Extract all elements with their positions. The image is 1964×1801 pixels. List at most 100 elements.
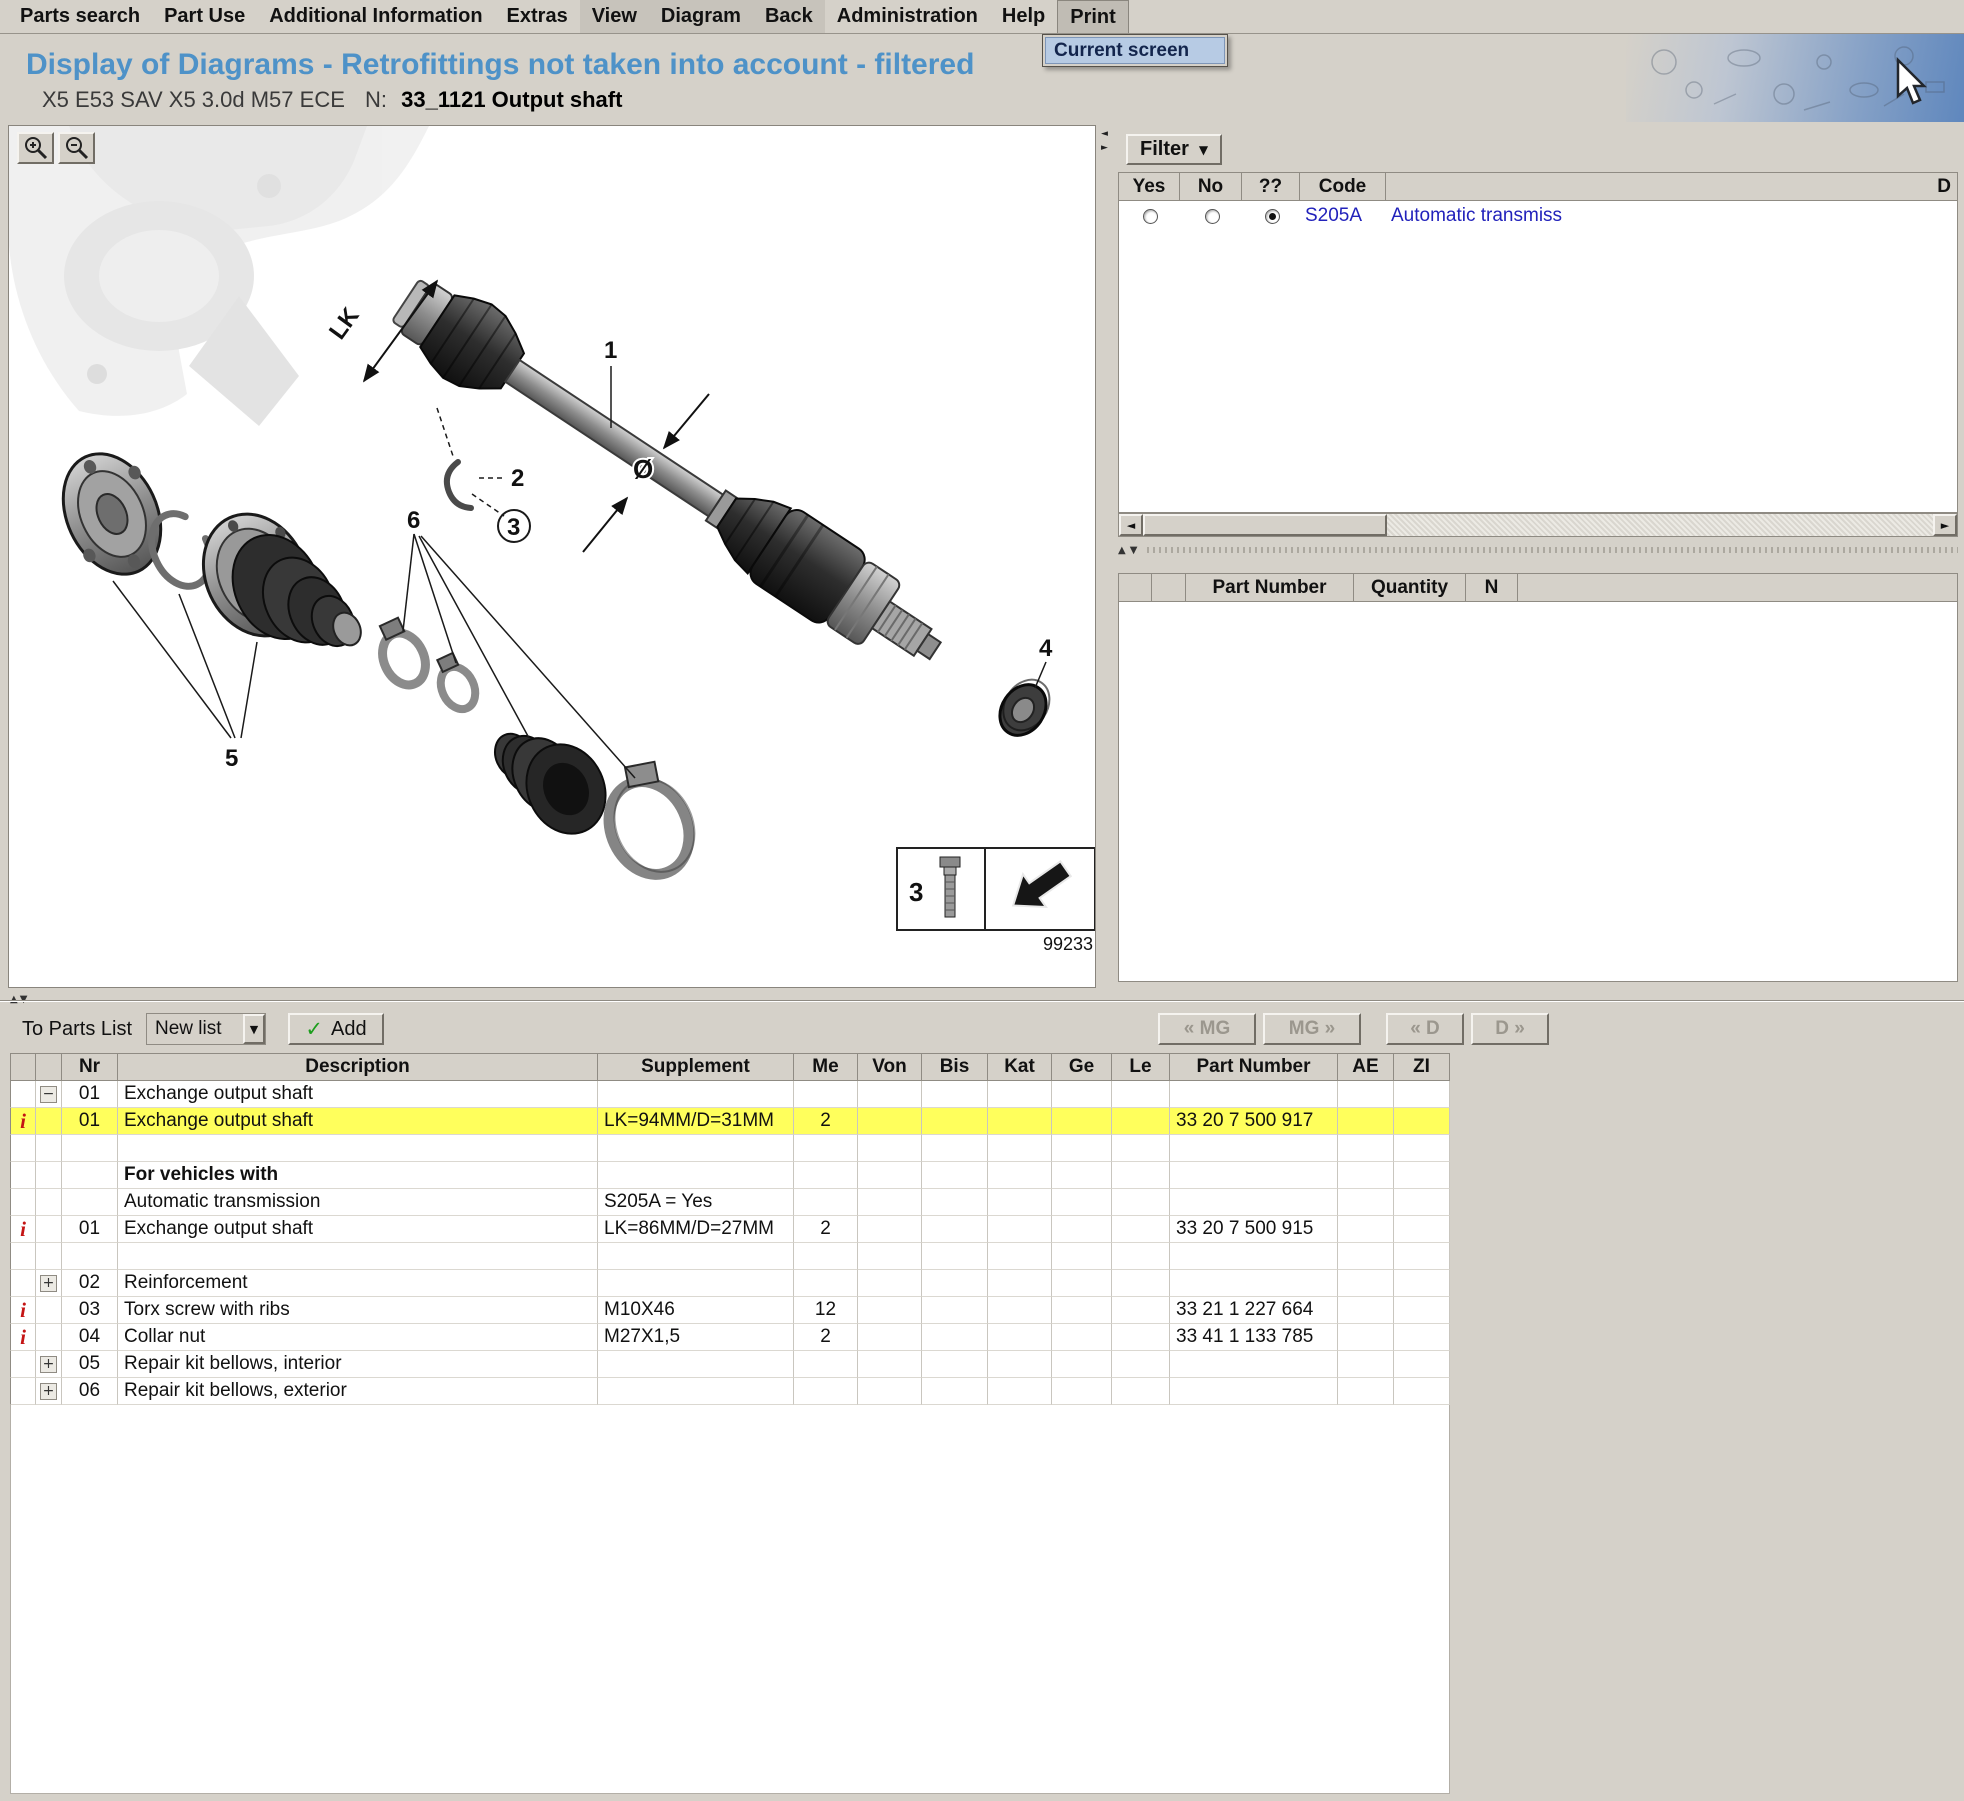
col-no: No — [1180, 172, 1242, 201]
parts-table: Nr Description Supplement Me Von Bis Kat… — [10, 1053, 1450, 1405]
cell-description: Repair kit bellows, interior — [118, 1351, 598, 1378]
scroll-right-button[interactable]: ► — [1933, 514, 1957, 536]
scrollbar-thumb[interactable] — [1143, 514, 1387, 536]
parts-row[interactable]: i 03 Torx screw with ribs M10X46 12 33 2… — [10, 1297, 1450, 1324]
mg-prev-button[interactable]: « MG — [1158, 1013, 1256, 1045]
menu-help[interactable]: Help — [990, 0, 1057, 33]
scrollbar-track[interactable] — [1387, 514, 1933, 536]
info-icon[interactable]: i — [20, 1218, 26, 1240]
cell-part-number: 33 20 7 500 917 — [1170, 1108, 1338, 1135]
filter-hscrollbar[interactable]: ◄ ► — [1118, 513, 1958, 537]
cell-me: 2 — [794, 1324, 858, 1351]
menu-parts-search[interactable]: Parts search — [8, 0, 152, 33]
cell-description: For vehicles with — [118, 1162, 598, 1189]
collapse-up-icon[interactable]: ▲ — [1118, 545, 1126, 556]
check-icon: ✓ — [305, 1017, 323, 1041]
menu-diagram[interactable]: Diagram — [648, 0, 753, 33]
menu-additional-information[interactable]: Additional Information — [257, 0, 494, 33]
parts-row[interactable] — [10, 1135, 1450, 1162]
menu-part-use[interactable]: Part Use — [152, 0, 257, 33]
collapse-down-icon[interactable]: ▼ — [1130, 545, 1138, 556]
expand-toggle[interactable]: + — [40, 1274, 57, 1292]
expand-toggle[interactable]: + — [40, 1355, 57, 1373]
parts-row[interactable]: For vehicles with — [10, 1162, 1450, 1189]
cursor-icon — [1896, 56, 1928, 105]
radio-no[interactable] — [1204, 208, 1220, 224]
callout-6[interactable]: 6 — [407, 507, 420, 534]
collapse-right-icon[interactable]: ► — [1101, 141, 1108, 155]
panel-splitter-horizontal[interactable]: ▲ ▼ — [1118, 541, 1958, 559]
menu-back[interactable]: Back — [752, 0, 825, 33]
menu-administration[interactable]: Administration — [825, 0, 990, 33]
menu-print[interactable]: Print — [1057, 0, 1129, 33]
cell-description: Torx screw with ribs — [118, 1297, 598, 1324]
parts-row[interactable]: Automatic transmission S205A = Yes — [10, 1189, 1450, 1216]
list-select-arrow[interactable]: ▼ — [243, 1014, 265, 1044]
col-code: Code — [1300, 172, 1386, 201]
col-kat: Kat — [988, 1053, 1052, 1081]
mg-next-button[interactable]: MG » — [1263, 1013, 1361, 1045]
exterior-boot-part — [494, 732, 607, 835]
diagram-panel: LK 1 2 3 4 5 6 Ø 3 99233 — [8, 125, 1096, 988]
availability-table: Part Number Quantity N — [1118, 573, 1958, 982]
zoom-in-button[interactable] — [17, 132, 54, 164]
menu-extras[interactable]: Extras — [495, 0, 580, 33]
parts-row[interactable]: + 02 Reinforcement — [10, 1270, 1450, 1297]
callout-lk[interactable]: LK — [324, 302, 365, 344]
parts-row-selected[interactable]: i 01 Exchange output shaft LK=94MM/D=31M… — [10, 1108, 1450, 1135]
info-icon[interactable]: i — [20, 1110, 26, 1132]
callout-1[interactable]: 1 — [604, 337, 617, 364]
filter-row[interactable]: S205A Automatic transmiss — [1119, 201, 1957, 231]
parts-row[interactable]: i 04 Collar nut M27X1,5 2 33 41 1 133 78… — [10, 1324, 1450, 1351]
interior-boot-part — [201, 512, 362, 648]
collapse-left-icon[interactable]: ◄ — [1101, 127, 1108, 141]
radio-yes[interactable] — [1142, 208, 1158, 224]
drawing-number: 99233 — [1043, 934, 1093, 954]
collar-nut-part — [998, 678, 1051, 737]
list-select[interactable]: New list ▼ — [146, 1013, 266, 1045]
parts-row[interactable] — [10, 1243, 1450, 1270]
parts-row[interactable]: − 01 Exchange output shaft — [10, 1081, 1450, 1108]
menu-item-current-screen[interactable]: Current screen — [1045, 37, 1225, 64]
col-le: Le — [1112, 1053, 1170, 1081]
cell-description: Collar nut — [118, 1324, 598, 1351]
d-prev-button[interactable]: « D — [1386, 1013, 1464, 1045]
parts-diagram[interactable]: LK 1 2 3 4 5 6 Ø 3 99233 — [9, 126, 1095, 987]
d-next-button[interactable]: D » — [1471, 1013, 1549, 1045]
col-yes: Yes — [1118, 172, 1180, 201]
callout-2[interactable]: 2 — [511, 465, 524, 492]
col-info — [10, 1053, 36, 1081]
col-ge: Ge — [1052, 1053, 1112, 1081]
collapse-toggle[interactable]: − — [40, 1085, 57, 1103]
cell-supplement: S205A = Yes — [598, 1189, 794, 1216]
parts-table-empty-area — [10, 1405, 1450, 1794]
cell-description: Automatic transmission — [118, 1189, 598, 1216]
callout-5[interactable]: 5 — [225, 745, 238, 772]
expand-toggle[interactable]: + — [40, 1382, 57, 1400]
filter-button[interactable]: Filter ▼ — [1126, 134, 1223, 165]
bottom-splitter[interactable]: ▲▼ — [0, 993, 1964, 1007]
info-icon[interactable]: i — [20, 1326, 26, 1348]
parts-row[interactable]: i 01 Exchange output shaft LK=86MM/D=27M… — [10, 1216, 1450, 1243]
callout-4[interactable]: 4 — [1039, 635, 1053, 662]
menu-bar: Parts search Part Use Additional Informa… — [0, 0, 1964, 34]
cell-nr: 01 — [62, 1108, 118, 1135]
col-nr: Nr — [62, 1053, 118, 1081]
col-description: Description — [118, 1053, 598, 1081]
col-me: Me — [794, 1053, 858, 1081]
col-part-number: Part Number — [1170, 1053, 1338, 1081]
callout-3-circled[interactable]: 3 — [497, 509, 531, 543]
radio-unknown[interactable] — [1264, 208, 1280, 224]
legend-number: 3 — [909, 877, 923, 907]
panel-splitter-vertical[interactable]: ◄ ► — [1097, 125, 1112, 988]
clamp-large-interior — [378, 616, 430, 690]
parts-list-bar: To Parts List New list ▼ ✓ Add « MG MG »… — [0, 1007, 1964, 1053]
add-button[interactable]: ✓ Add — [288, 1013, 384, 1045]
parts-row[interactable]: + 05 Repair kit bellows, interior — [10, 1351, 1450, 1378]
zoom-in-icon — [24, 137, 47, 160]
menu-view[interactable]: View — [579, 0, 649, 33]
scroll-left-button[interactable]: ◄ — [1119, 514, 1143, 536]
zoom-out-button[interactable] — [58, 132, 95, 164]
parts-row[interactable]: + 06 Repair kit bellows, exterior — [10, 1378, 1450, 1405]
info-icon[interactable]: i — [20, 1299, 26, 1321]
